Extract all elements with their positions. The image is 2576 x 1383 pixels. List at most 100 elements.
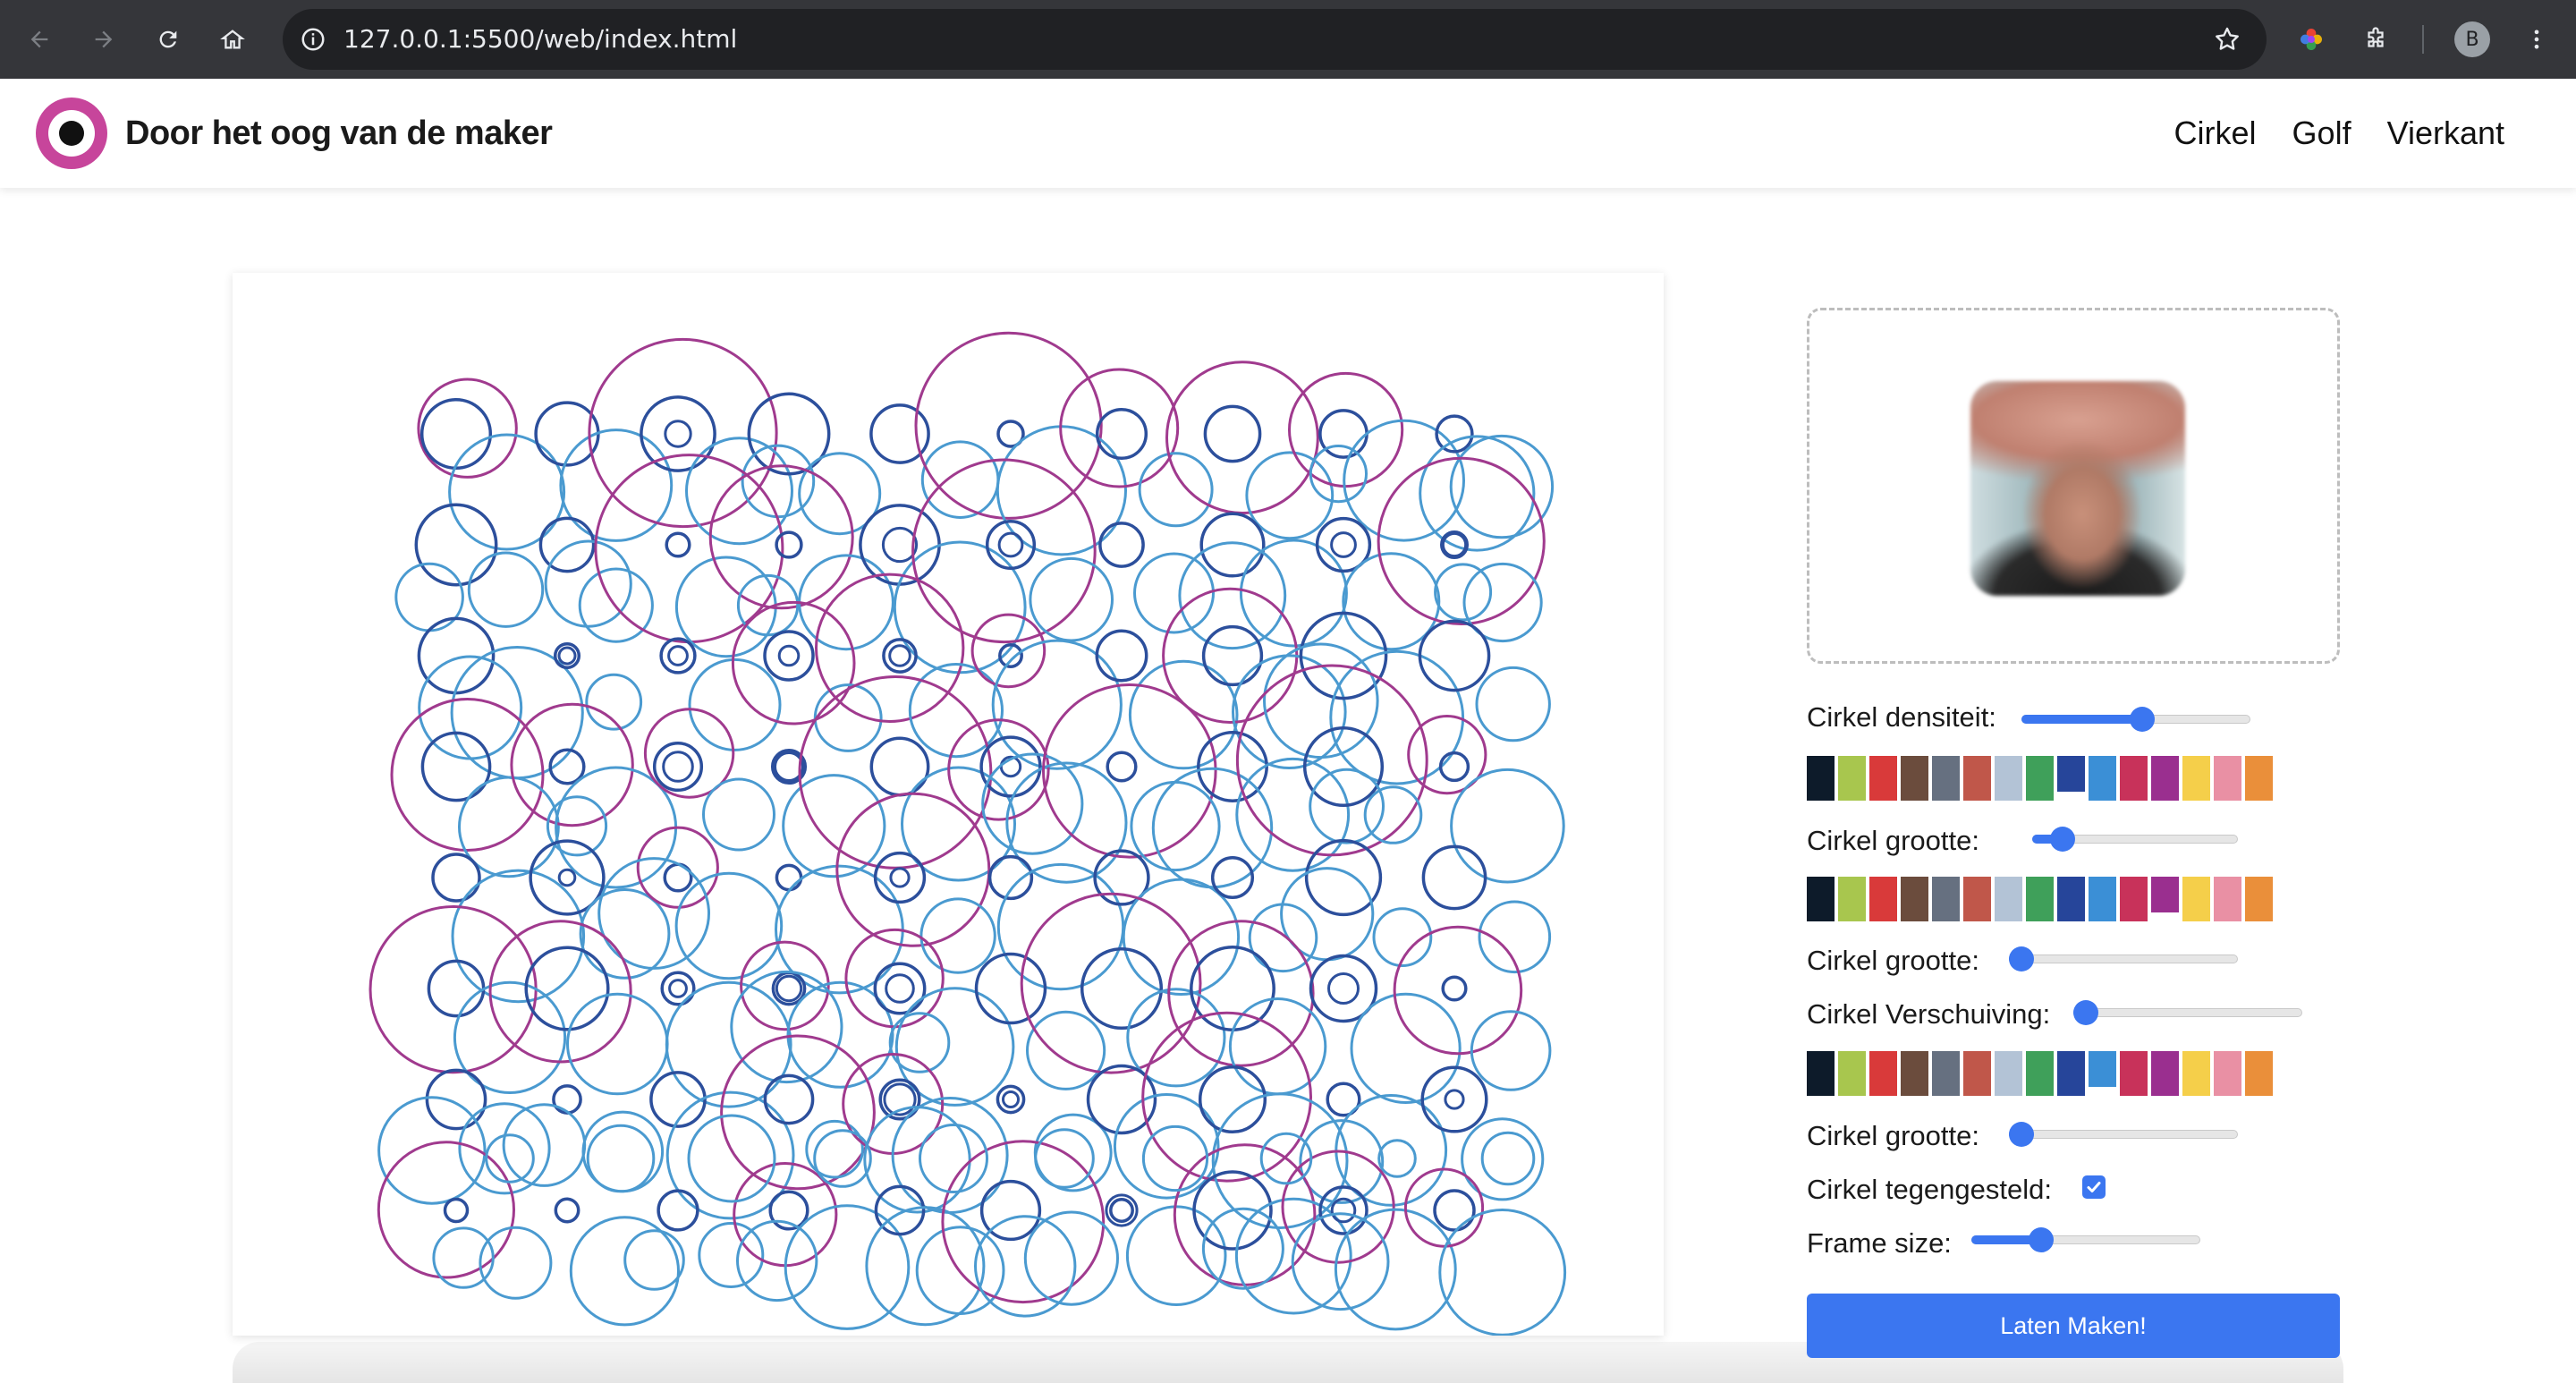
color-swatch[interactable] [2245, 1051, 2273, 1096]
slider-thumb[interactable] [2028, 1227, 2054, 1252]
color-swatch[interactable] [1901, 756, 1928, 801]
size-slider-3[interactable] [2009, 1115, 2238, 1154]
eye-logo-icon[interactable] [36, 98, 107, 169]
color-swatch[interactable] [2120, 756, 2148, 801]
art-canvas[interactable] [233, 273, 1664, 1336]
home-icon[interactable] [213, 20, 252, 59]
color-swatch[interactable] [1932, 1051, 1960, 1096]
art-circle [668, 979, 688, 998]
color-swatch[interactable] [1807, 877, 1835, 921]
art-circle [775, 530, 803, 559]
art-circle [1304, 838, 1383, 917]
frame-size-slider[interactable] [1971, 1220, 2200, 1260]
address-bar[interactable]: 127.0.0.1:5500/web/index.html [283, 9, 2267, 70]
profile-avatar[interactable]: B [2454, 21, 2490, 57]
color-swatch[interactable] [1963, 877, 1991, 921]
art-circle [554, 1197, 580, 1224]
webcam-photo [1970, 381, 2185, 596]
color-swatch[interactable] [2182, 756, 2210, 801]
art-circle [419, 397, 493, 471]
color-swatch[interactable] [2214, 877, 2241, 921]
size-slider-2[interactable] [2009, 939, 2238, 979]
reload-icon[interactable] [148, 20, 188, 59]
color-swatch[interactable] [1869, 1051, 1897, 1096]
art-circle [1201, 624, 1264, 687]
color-swatch[interactable] [2151, 1051, 2179, 1096]
color-swatch[interactable] [1838, 877, 1866, 921]
info-icon[interactable] [295, 21, 331, 57]
art-circle [775, 863, 803, 892]
slider-thumb[interactable] [2073, 1000, 2098, 1025]
color-swatch[interactable] [1901, 877, 1928, 921]
density-slider[interactable] [2021, 700, 2250, 739]
site-title[interactable]: Door het oog van de maker [125, 79, 553, 188]
slider-thumb[interactable] [2009, 1122, 2034, 1147]
nav-link-cirkel[interactable]: Cirkel [2174, 115, 2257, 152]
art-circle [1444, 1089, 1465, 1110]
slider-thumb[interactable] [2129, 707, 2155, 732]
opposite-checkbox[interactable] [2082, 1175, 2106, 1199]
slider-thumb[interactable] [2050, 827, 2076, 852]
color-swatch[interactable] [1838, 1051, 1866, 1096]
color-swatch[interactable] [2089, 1051, 2116, 1087]
submit-button[interactable]: Laten Maken! [1807, 1294, 2340, 1358]
slider-track [2009, 955, 2238, 963]
art-circle [1199, 512, 1266, 578]
color-swatch[interactable] [2057, 877, 2085, 921]
color-swatch[interactable] [2089, 756, 2116, 801]
color-swatch[interactable] [2026, 1051, 2054, 1096]
forward-icon[interactable] [84, 20, 123, 59]
art-circle [1363, 785, 1423, 844]
color-swatch[interactable] [2120, 877, 2148, 921]
puzzle-icon[interactable] [2356, 20, 2395, 59]
color-swatch[interactable] [1869, 877, 1897, 921]
art-circle [1450, 768, 1565, 884]
art-circle [1350, 992, 1462, 1105]
art-circle [665, 980, 792, 1108]
menu-dots-icon[interactable] [2517, 20, 2556, 59]
nav-link-golf[interactable]: Golf [2292, 115, 2351, 152]
color-swatch[interactable] [1932, 877, 1960, 921]
color-swatch[interactable] [1838, 756, 1866, 801]
color-swatch[interactable] [1807, 756, 1835, 801]
color-swatch[interactable] [2057, 756, 2085, 792]
color-swatch[interactable] [2026, 756, 2054, 801]
frame-size-label: Frame size: [1807, 1227, 1952, 1259]
size-slider-1[interactable] [2032, 819, 2238, 859]
color-swatch[interactable] [1869, 756, 1897, 801]
image-upload-dropzone[interactable] [1807, 308, 2340, 664]
url-text[interactable]: 127.0.0.1:5500/web/index.html [343, 9, 737, 70]
color-swatch[interactable] [1963, 1051, 1991, 1096]
color-swatch[interactable] [1995, 1051, 2022, 1096]
slider-thumb[interactable] [2009, 946, 2034, 971]
color-swatch[interactable] [2214, 756, 2241, 801]
color-swatch[interactable] [2151, 756, 2179, 801]
shift-slider[interactable] [2073, 993, 2302, 1032]
color-swatch[interactable] [2089, 877, 2116, 921]
nav-link-vierkant[interactable]: Vierkant [2387, 115, 2504, 152]
color-swatch[interactable] [2182, 877, 2210, 921]
color-swatch[interactable] [2151, 877, 2179, 912]
color-swatch[interactable] [1995, 877, 2022, 921]
art-circle [488, 920, 632, 1064]
star-icon[interactable] [2209, 21, 2245, 57]
color-swatch[interactable] [1963, 756, 1991, 801]
art-circle [873, 851, 927, 904]
art-circle [640, 395, 716, 472]
color-swatch[interactable] [1807, 1051, 1835, 1096]
color-swatch[interactable] [2026, 877, 2054, 921]
art-circle [432, 1226, 495, 1289]
color-swatch[interactable] [2057, 1051, 2085, 1096]
color-swatch[interactable] [1932, 756, 1960, 801]
color-swatch[interactable] [2245, 756, 2273, 801]
extension-color-icon[interactable] [2292, 20, 2331, 59]
color-swatch[interactable] [2245, 877, 2273, 921]
art-circle [662, 751, 694, 783]
color-swatch[interactable] [2214, 1051, 2241, 1096]
color-swatch[interactable] [2120, 1051, 2148, 1096]
color-swatch[interactable] [2182, 1051, 2210, 1096]
art-circle [1327, 972, 1360, 1005]
back-icon[interactable] [20, 20, 59, 59]
color-swatch[interactable] [1995, 756, 2022, 801]
color-swatch[interactable] [1901, 1051, 1928, 1096]
